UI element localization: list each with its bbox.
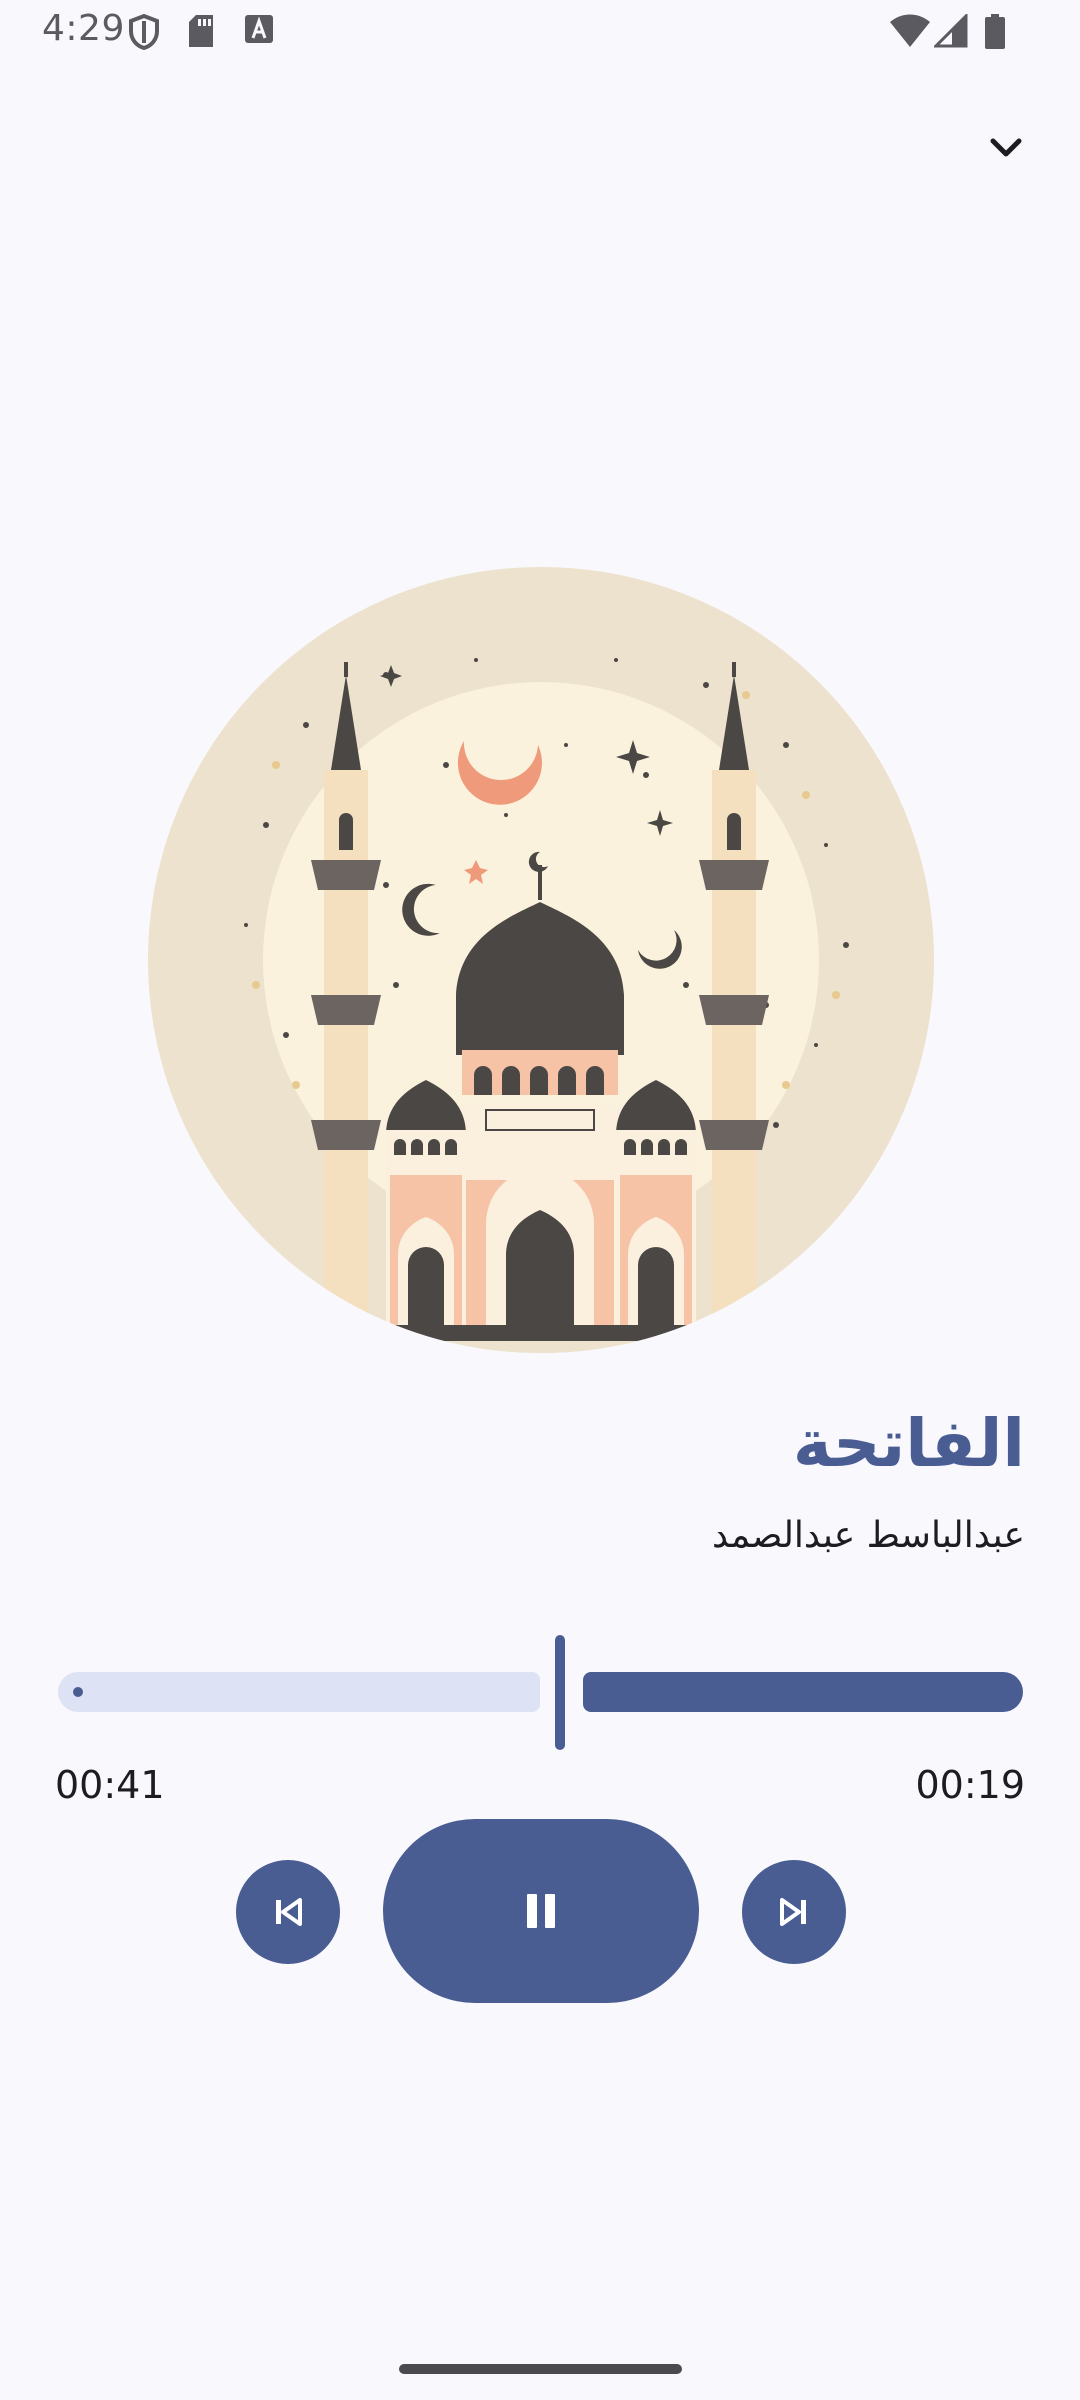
shield-icon: [129, 14, 159, 50]
skip-previous-icon: [276, 1898, 302, 1926]
elapsed-time: 00:41: [55, 1763, 165, 1807]
album-art: [146, 565, 936, 1355]
progress-thumb[interactable]: [555, 1635, 565, 1750]
progress-slider[interactable]: [55, 1630, 1025, 1750]
wifi-icon: [890, 14, 930, 47]
progress-played-track: [58, 1672, 540, 1712]
progress-remaining-track: [583, 1672, 1023, 1712]
previous-button[interactable]: [236, 1860, 340, 1964]
status-time: 4:29: [42, 8, 125, 49]
progress-stop-indicator: [73, 1687, 83, 1697]
next-button[interactable]: [742, 1860, 846, 1964]
chevron-down-icon: [990, 138, 1022, 157]
remaining-time: 00:19: [915, 1763, 1025, 1807]
sd-card-icon: [189, 15, 213, 47]
reciter-name: عبدالباسط عبدالصمد: [712, 1515, 1025, 1556]
home-indicator[interactable]: [399, 2364, 682, 2374]
status-bar: 4:29: [0, 0, 1080, 64]
skip-next-icon: [780, 1898, 806, 1926]
track-title: الفاتحة: [792, 1405, 1025, 1482]
battery-icon: [985, 14, 1005, 49]
collapse-player-button[interactable]: [976, 118, 1036, 178]
keyboard-a-icon: [245, 15, 273, 43]
play-pause-button[interactable]: [383, 1819, 699, 2003]
pause-icon: [527, 1894, 555, 1928]
cell-signal-icon: [934, 14, 968, 48]
